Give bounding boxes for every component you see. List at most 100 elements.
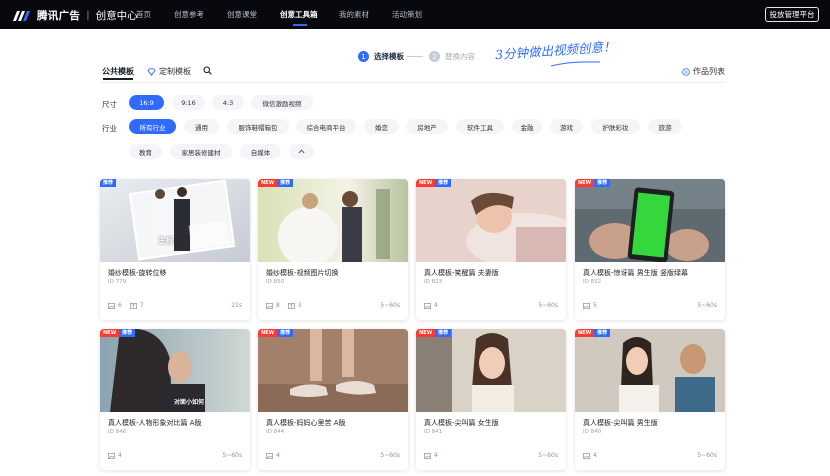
template-duration: 5~60s — [380, 452, 400, 459]
recommended-badge: 推荐 — [100, 179, 117, 187]
recommended-badge: 推荐 — [594, 179, 611, 187]
collapse-filters-button[interactable] — [289, 144, 314, 159]
recommended-badge: 推荐 — [277, 329, 294, 337]
template-thumbnail: 对面小如何 NEW 推荐 — [100, 329, 250, 412]
template-duration: 5~60s — [222, 452, 242, 459]
diamond-icon — [147, 67, 156, 76]
image-count: 8 — [276, 302, 280, 309]
template-duration: 5~60s — [538, 452, 558, 459]
nav-my-materials[interactable]: 我的素材 — [339, 9, 369, 20]
industry-chip-education[interactable]: 教育 — [129, 144, 162, 159]
template-title: 婚纱模板-视频图片切换 — [266, 269, 339, 277]
badges: 推荐 — [100, 179, 117, 187]
template-thumbnail: NEW 推荐 — [416, 179, 566, 262]
template-duration: 5~60s — [697, 452, 717, 459]
template-id: ID 846 — [108, 429, 127, 435]
size-chip-9-16[interactable]: 9:16 — [172, 95, 205, 110]
template-card-779[interactable]: 主标 推荐 婚纱模板-旋转位移 ID 779 6 7 21s — [100, 179, 250, 320]
industry-chip-dating[interactable]: 婚恋 — [364, 119, 399, 134]
template-title: 婚纱模板-旋转位移 — [108, 269, 167, 277]
industry-chip-ecommerce[interactable]: 综合电商平台 — [296, 119, 356, 134]
industry-chip-home[interactable]: 家居装修建材 — [170, 144, 232, 159]
nav-creative-reference[interactable]: 创意参考 — [174, 9, 204, 20]
wedding-photo-image — [100, 179, 250, 262]
template-meta: 4 — [583, 452, 597, 459]
template-card-850[interactable]: NEW 推荐 婚纱模板-视频图片切换 ID 850 8 3 5~60s — [258, 179, 408, 320]
nav-event-planning[interactable]: 活动策划 — [392, 9, 422, 20]
template-meta: 4 — [424, 302, 438, 309]
tab-label: 定制模板 — [159, 67, 191, 76]
nav-home[interactable]: 首页 — [136, 9, 151, 20]
template-duration: 5~60s — [538, 302, 558, 309]
template-card-832[interactable]: NEW 推荐 真人模板-惊讶篇 男生版 竖版绿幕 ID 832 5 5~60s — [575, 179, 725, 320]
industry-chip-real-estate[interactable]: 房地产 — [406, 119, 448, 134]
tab-custom-templates[interactable]: 定制模板 — [147, 66, 191, 77]
works-list-link[interactable]: 作品列表 — [682, 66, 725, 77]
template-card-823[interactable]: NEW 推荐 真人模板-笑醒篇 夫妻版 ID 823 4 5~60s — [416, 179, 566, 320]
text-icon — [287, 302, 295, 309]
industry-chip-games[interactable]: 游戏 — [550, 119, 583, 134]
template-meta: 5 — [583, 302, 597, 309]
image-count: 4 — [593, 452, 597, 459]
step-number: 1 — [358, 51, 369, 62]
chevron-up-icon — [298, 149, 305, 154]
template-meta: 4 — [424, 452, 438, 459]
step-connector — [407, 56, 423, 57]
step-number: 2 — [429, 51, 440, 62]
size-chip-wechat-incentive[interactable]: 微信激励视频 — [251, 95, 313, 110]
green-screen-phone-image — [575, 179, 725, 262]
nav-creative-class[interactable]: 创意课堂 — [227, 9, 257, 20]
nav-creative-toolbox[interactable]: 创意工具箱 — [280, 9, 318, 20]
recommended-badge: 推荐 — [435, 179, 452, 187]
tab-public-templates[interactable]: 公共模板 — [102, 66, 134, 77]
industry-chip-software[interactable]: 软件工具 — [456, 119, 504, 134]
industry-chip-travel[interactable]: 旅游 — [648, 119, 682, 134]
template-card-846[interactable]: 对面小如何 NEW 推荐 真人模板-人物形象对比篇 A版 ID 846 4 5~… — [100, 329, 250, 470]
size-chip-16-9[interactable]: 16:9 — [129, 95, 164, 110]
badges: NEW 推荐 — [100, 329, 136, 337]
industry-chip-all[interactable]: 所有行业 — [129, 119, 176, 134]
list-circle-icon — [682, 67, 690, 76]
step-label: 选择模板 — [374, 52, 404, 61]
industry-chip-general[interactable]: 通用 — [184, 119, 219, 134]
recommended-badge: 推荐 — [277, 179, 294, 187]
template-card-841[interactable]: NEW 推荐 真人模板-尖叫篇 女生版 ID 841 4 5~60s — [416, 329, 566, 470]
template-id: ID 779 — [108, 279, 127, 285]
template-card-840[interactable]: NEW 推荐 真人模板-尖叫篇 男生版 ID 840 4 5~60s — [575, 329, 725, 470]
industry-filter-label: 行业 — [102, 124, 117, 133]
search-icon[interactable] — [203, 66, 212, 75]
template-thumbnail: NEW 推荐 — [575, 179, 725, 262]
template-title: 真人模板-人物形象对比篇 A版 — [108, 419, 202, 427]
template-thumbnail: NEW 推荐 — [258, 179, 408, 262]
slogan-underline — [550, 61, 601, 67]
image-icon — [424, 452, 431, 459]
template-meta: 4 — [266, 452, 280, 459]
template-duration: 5~60s — [380, 302, 400, 309]
industry-chip-media[interactable]: 自媒体 — [240, 144, 281, 159]
industry-chip-beauty[interactable]: 护肤彩妆 — [591, 119, 640, 134]
template-title: 真人模板-尖叫篇 男生版 — [583, 419, 658, 427]
image-icon — [583, 302, 590, 309]
brand-subtitle: 创意中心 — [95, 9, 138, 22]
template-id: ID 850 — [266, 279, 285, 285]
template-card-844[interactable]: NEW 推荐 真人模板-妈妈心里苦 A版 ID 844 4 5~60s — [258, 329, 408, 470]
industry-chip-apparel[interactable]: 服饰鞋帽箱包 — [227, 119, 289, 134]
badges: NEW 推荐 — [416, 179, 452, 187]
template-id: ID 840 — [583, 429, 602, 435]
brand-logo[interactable]: 腾讯广告 | 创意中心 — [12, 7, 138, 23]
template-id: ID 832 — [583, 279, 602, 285]
badges: NEW 推荐 — [575, 329, 611, 337]
text-count: 3 — [297, 302, 302, 309]
template-duration: 5~60s — [697, 302, 717, 309]
image-icon — [424, 302, 431, 309]
ad-platform-button[interactable]: 投放管理平台 — [765, 7, 819, 22]
badges: NEW 推荐 — [575, 179, 611, 187]
couple-excited-image — [575, 329, 725, 412]
template-thumbnail: 主标 推荐 — [100, 179, 250, 262]
size-chip-4-3[interactable]: 4:3 — [212, 95, 244, 110]
image-count: 4 — [276, 452, 280, 459]
step-replace-content: 2 替换内容 — [429, 51, 475, 62]
industry-chip-finance[interactable]: 金融 — [512, 119, 542, 134]
badges: NEW 推荐 — [258, 179, 294, 187]
image-count: 4 — [434, 302, 438, 309]
